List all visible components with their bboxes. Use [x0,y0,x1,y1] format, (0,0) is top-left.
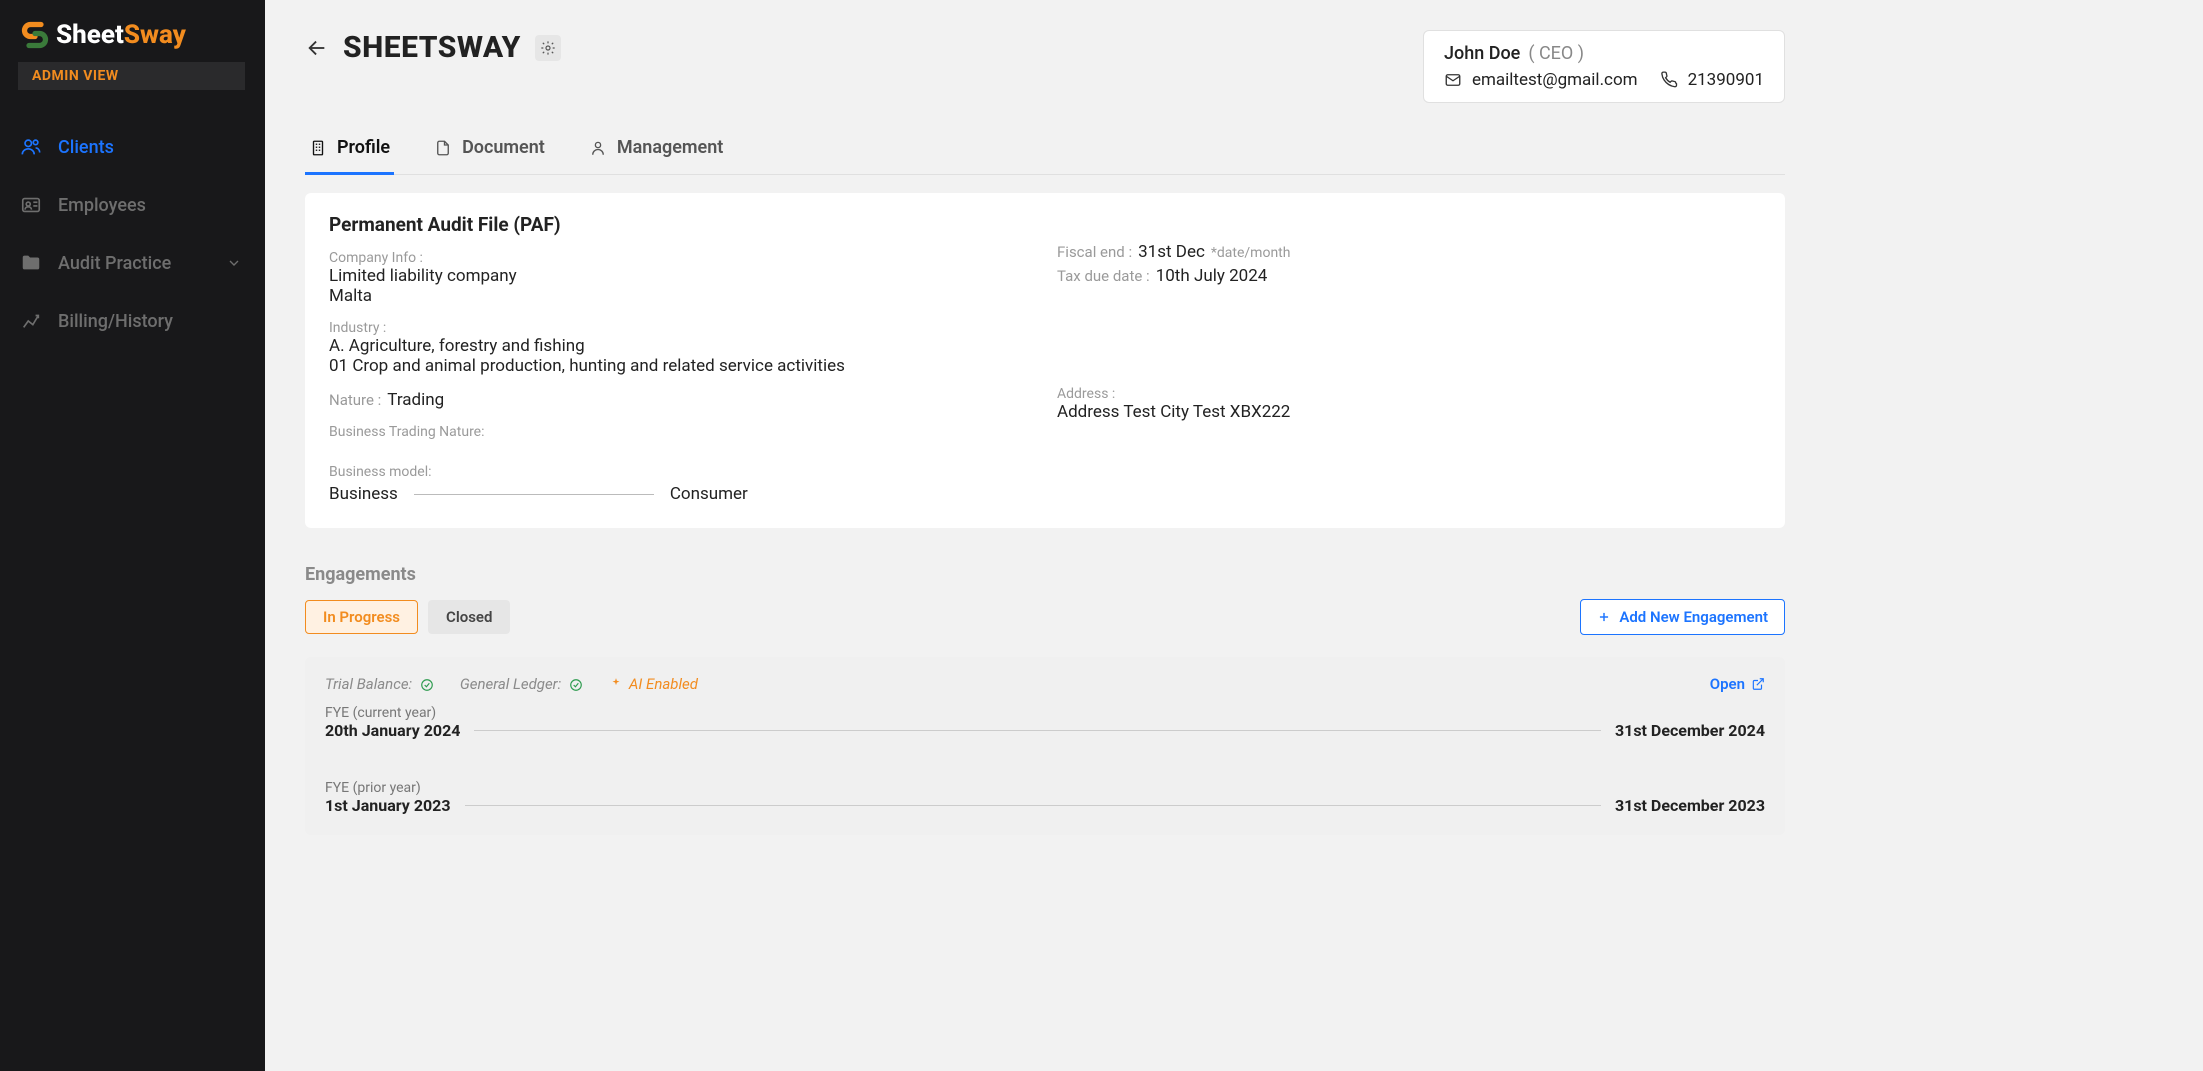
users-icon [20,136,42,158]
person-icon [589,139,607,157]
tab-label: Management [617,137,724,158]
sidebar-item-employees[interactable]: Employees [0,178,265,232]
logo-icon [20,20,50,50]
address-value: Address Test City Test XBX222 [1057,402,1761,422]
company-type: Limited liability company [329,266,1033,286]
fye-current-start: 20th January 2024 [325,721,460,740]
timeline-divider [465,805,1601,806]
add-engagement-button[interactable]: Add New Engagement [1580,599,1785,635]
fye-prior-end: 31st December 2023 [1615,796,1765,815]
paf-card: Permanent Audit File (PAF) Company Info … [305,193,1785,528]
general-ledger-label: General Ledger: [460,675,561,693]
bmodel-left: Business [329,484,398,504]
fye-current-caption: FYE (current year) [325,705,1765,721]
fye-current-end: 31st December 2024 [1615,721,1765,740]
tax-due-label: Tax due date : [1057,267,1150,285]
page-title: SHEETSWAY [343,30,521,65]
address-label: Address : [1057,386,1761,402]
filter-closed[interactable]: Closed [428,600,510,634]
sidebar-nav: Clients Employees Audit Practice [0,120,265,348]
sidebar-item-label: Billing/History [58,311,173,332]
sparkle-icon [609,677,623,691]
tabs: Profile Document Management [305,127,1785,175]
tab-profile[interactable]: Profile [305,127,394,175]
main-content: SHEETSWAY John Doe ( CEO ) [265,0,1825,875]
tab-label: Document [462,137,545,158]
document-icon [434,139,452,157]
check-icon [420,678,434,692]
company-info-label: Company Info : [329,250,1033,266]
logo: SheetSway [0,20,265,62]
tab-label: Profile [337,137,390,158]
tab-document[interactable]: Document [430,127,549,175]
company-country: Malta [329,286,1033,306]
admin-view-badge: ADMIN VIEW [18,62,245,90]
sidebar-item-label: Employees [58,195,146,216]
paf-heading: Permanent Audit File (PAF) [329,213,1761,236]
folder-icon [20,252,42,274]
contact-email: emailtest@gmail.com [1472,70,1638,90]
industry-section: A. Agriculture, forestry and fishing [329,336,1033,356]
ai-enabled-badge: AI Enabled [609,675,698,693]
engagement-filters: In Progress Closed [305,600,510,634]
sidebar-item-label: Clients [58,137,114,158]
contact-phone: 21390901 [1688,70,1764,90]
sidebar: SheetSway ADMIN VIEW Clients Employees [0,0,265,1071]
add-engagement-label: Add New Engagement [1619,608,1768,626]
contact-card: John Doe ( CEO ) emailtest@gmail.com 213… [1423,30,1785,103]
id-card-icon [20,194,42,216]
sidebar-item-billing[interactable]: Billing/History [0,294,265,348]
chart-icon [20,310,42,332]
filter-in-progress[interactable]: In Progress [305,600,418,634]
bmodel-slider [414,494,654,495]
fiscal-end-label: Fiscal end : [1057,243,1132,261]
sidebar-item-clients[interactable]: Clients [0,120,265,174]
check-icon [569,678,583,692]
fye-prior-caption: FYE (prior year) [325,780,1765,796]
nature-value: Trading [387,390,444,410]
btn-label: Business Trading Nature: [329,424,1033,440]
contact-role: ( CEO ) [1528,43,1584,64]
back-button[interactable] [305,36,329,60]
logo-text-1: Sheet [56,20,124,50]
bmodel-right: Consumer [670,484,748,504]
engagement-card: Trial Balance: General Ledger: AI Enable… [305,657,1785,835]
bmodel-label: Business model: [329,464,1033,480]
timeline-divider [474,730,1601,731]
phone-icon [1660,71,1678,89]
gear-icon [540,40,556,56]
trial-balance-label: Trial Balance: [325,675,412,693]
industry-label: Industry : [329,320,1033,336]
fiscal-end-value: 31st Dec [1138,242,1205,262]
settings-button[interactable] [535,35,561,61]
sidebar-item-audit-practice[interactable]: Audit Practice [0,236,265,290]
logo-text-2: Sway [124,20,186,50]
fiscal-hint: *date/month [1211,245,1291,261]
industry-detail: 01 Crop and animal production, hunting a… [329,356,1033,376]
plus-icon [1597,610,1611,624]
mail-icon [1444,71,1462,89]
engagements-title: Engagements [305,564,1785,585]
building-icon [309,139,327,157]
external-link-icon [1751,677,1765,691]
tax-due-value: 10th July 2024 [1156,266,1268,286]
contact-name: John Doe [1444,43,1520,64]
open-engagement-link[interactable]: Open [1710,675,1765,693]
chevron-down-icon [223,252,245,274]
fye-prior-start: 1st January 2023 [325,796,451,815]
sidebar-item-label: Audit Practice [58,253,171,274]
nature-label: Nature : [329,391,381,409]
tab-management[interactable]: Management [585,127,728,175]
